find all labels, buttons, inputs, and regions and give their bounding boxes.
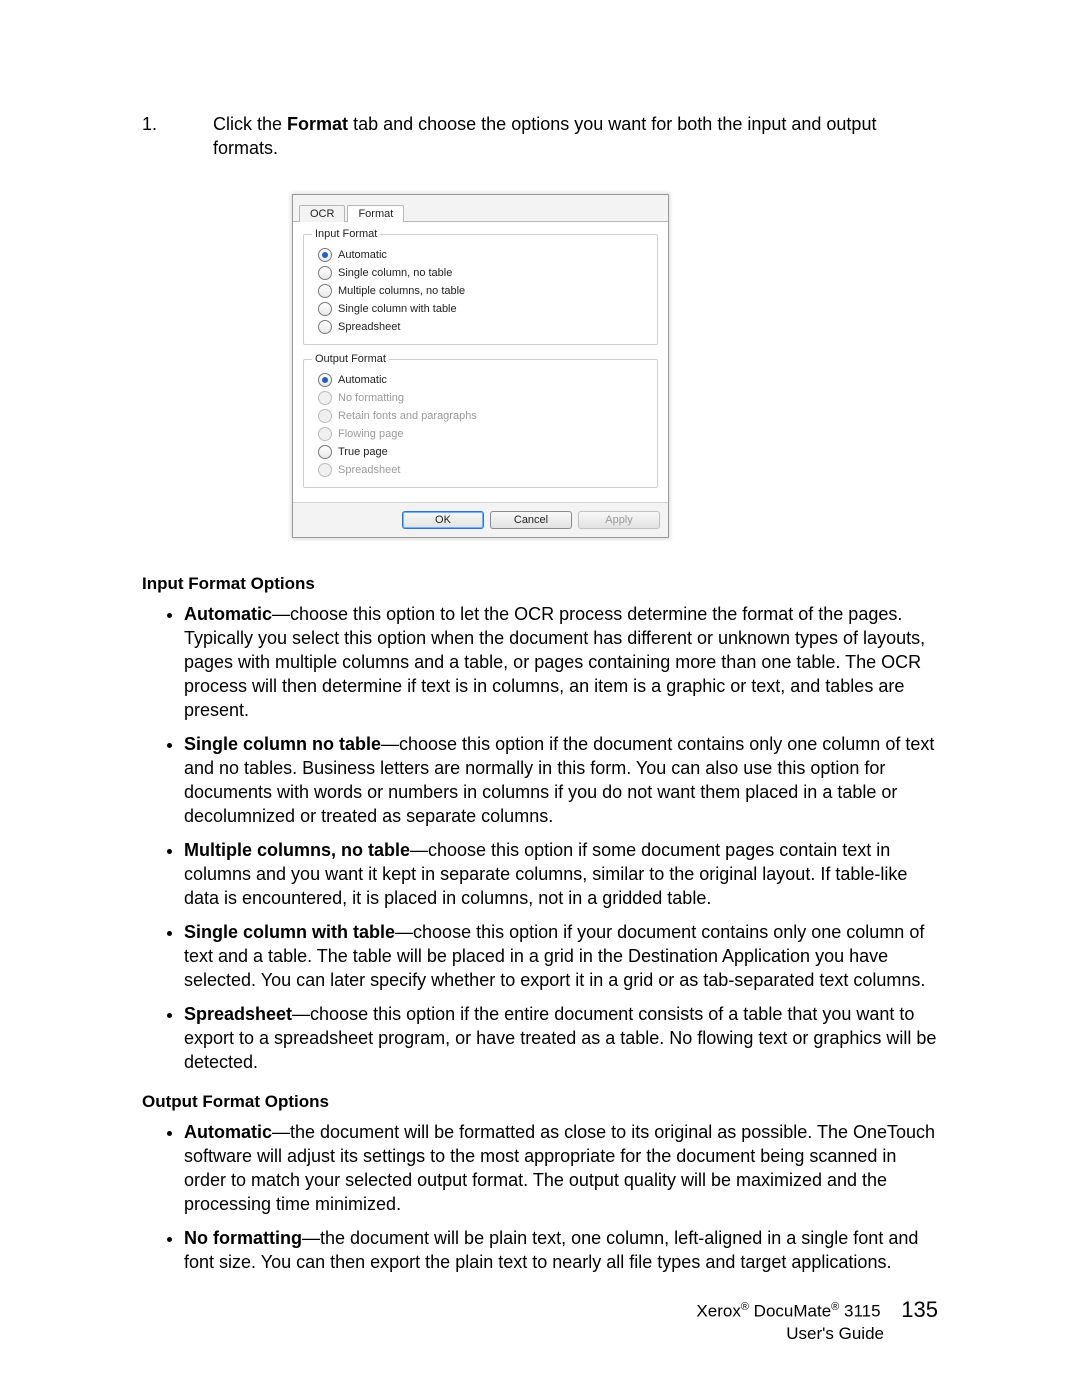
dialog-buttons: OK Cancel Apply <box>293 502 668 537</box>
radio-label: Single column with table <box>338 303 457 315</box>
list-item: Multiple columns, no table—choose this o… <box>184 836 938 918</box>
radio-icon <box>318 248 332 262</box>
input-opt-automatic[interactable]: Automatic <box>312 246 649 264</box>
footer-text: 3115 <box>839 1302 880 1321</box>
term: Multiple columns, no table <box>184 840 410 860</box>
radio-label: Spreadsheet <box>338 464 400 476</box>
radio-label: Single column, no table <box>338 267 452 279</box>
radio-label: Retain fonts and paragraphs <box>338 410 477 422</box>
guide-name: User's Guide <box>696 1323 884 1345</box>
page-footer: Xerox® DocuMate® 3115 135 User's Guide <box>696 1296 938 1345</box>
output-format-legend: Output Format <box>312 353 389 365</box>
input-format-group: Input Format Automatic Single column, no… <box>303 228 658 345</box>
output-opt-flowing-page: Flowing page <box>312 425 649 443</box>
radio-label: Multiple columns, no table <box>338 285 465 297</box>
step-number: 1. <box>142 112 208 136</box>
input-format-legend: Input Format <box>312 228 380 240</box>
term: Automatic <box>184 1122 272 1142</box>
input-opt-single-no-table[interactable]: Single column, no table <box>312 264 649 282</box>
list-item: Spreadsheet—choose this option if the en… <box>184 1000 938 1082</box>
step-1: 1. Click the Format tab and choose the o… <box>142 112 938 160</box>
tab-ocr[interactable]: OCR <box>299 205 345 222</box>
radio-icon <box>318 445 332 459</box>
output-opt-true-page[interactable]: True page <box>312 443 649 461</box>
input-format-options-heading: Input Format Options <box>142 574 938 594</box>
list-item: Single column with table—choose this opt… <box>184 918 938 1000</box>
term: No formatting <box>184 1228 302 1248</box>
ok-button[interactable]: OK <box>402 511 484 529</box>
radio-icon <box>318 409 332 423</box>
input-opt-spreadsheet[interactable]: Spreadsheet <box>312 318 649 336</box>
radio-icon <box>318 427 332 441</box>
radio-icon <box>318 320 332 334</box>
list-item: Single column no table—choose this optio… <box>184 730 938 836</box>
radio-icon <box>318 463 332 477</box>
output-opt-no-formatting: No formatting <box>312 389 649 407</box>
output-opt-retain-fonts: Retain fonts and paragraphs <box>312 407 649 425</box>
page-number: 135 <box>901 1299 938 1321</box>
radio-icon <box>318 302 332 316</box>
term: Single column with table <box>184 922 395 942</box>
radio-label: No formatting <box>338 392 404 404</box>
output-format-options-heading: Output Format Options <box>142 1092 938 1112</box>
radio-icon <box>318 391 332 405</box>
step-text-bold: Format <box>287 114 348 134</box>
radio-label: Automatic <box>338 374 387 386</box>
radio-label: Automatic <box>338 249 387 261</box>
dialog-body: Input Format Automatic Single column, no… <box>293 221 668 502</box>
step-text: Click the Format tab and choose the opti… <box>213 112 933 160</box>
list-item: Automatic—choose this option to let the … <box>184 600 938 730</box>
input-opt-single-with-table[interactable]: Single column with table <box>312 300 649 318</box>
ocr-format-dialog: OCR Format Input Format Automatic Single… <box>292 194 669 538</box>
term: Automatic <box>184 604 272 624</box>
apply-button: Apply <box>578 511 660 529</box>
dialog-tabs: OCR Format <box>293 195 668 221</box>
list-item: No formatting—the document will be plain… <box>184 1224 938 1282</box>
product-name: Xerox® DocuMate® 3115 135 <box>696 1296 938 1323</box>
document-page: 1. Click the Format tab and choose the o… <box>0 0 1080 1397</box>
radio-label: Spreadsheet <box>338 321 400 333</box>
definition: —choose this option to let the OCR proce… <box>184 604 925 720</box>
cancel-button[interactable]: Cancel <box>490 511 572 529</box>
output-format-group: Output Format Automatic No formatting Re… <box>303 353 658 488</box>
definition: —choose this option if the entire docume… <box>184 1004 936 1072</box>
radio-icon <box>318 284 332 298</box>
list-item: Automatic—the document will be formatted… <box>184 1118 938 1224</box>
radio-label: Flowing page <box>338 428 403 440</box>
input-opt-multiple-no-table[interactable]: Multiple columns, no table <box>312 282 649 300</box>
footer-text: Xerox <box>696 1302 740 1321</box>
radio-label: True page <box>338 446 388 458</box>
tab-format[interactable]: Format <box>347 205 404 222</box>
registered-icon: ® <box>741 1301 749 1313</box>
definition: —the document will be formatted as close… <box>184 1122 935 1214</box>
radio-icon <box>318 266 332 280</box>
output-opt-automatic[interactable]: Automatic <box>312 371 649 389</box>
step-text-before: Click the <box>213 114 287 134</box>
term: Single column no table <box>184 734 381 754</box>
term: Spreadsheet <box>184 1004 292 1024</box>
radio-icon <box>318 373 332 387</box>
footer-text: DocuMate <box>749 1302 831 1321</box>
output-opt-spreadsheet: Spreadsheet <box>312 461 649 479</box>
input-format-list: Automatic—choose this option to let the … <box>142 600 938 1082</box>
output-format-list: Automatic—the document will be formatted… <box>142 1118 938 1282</box>
